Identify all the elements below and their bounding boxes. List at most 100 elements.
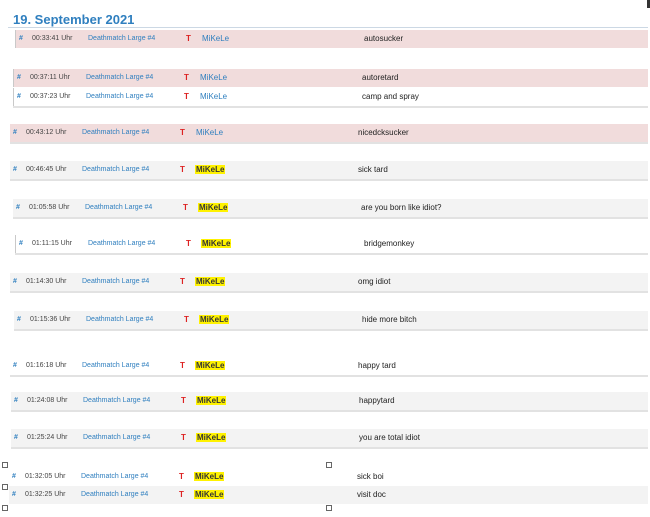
log-row: #01:15:36 Uhr Deathmatch Large #4 T MiKeLe h… (14, 311, 648, 329)
row-player-highlighted[interactable]: MiKeLe (194, 468, 225, 486)
player-name-highlight: MiKeLe (195, 165, 226, 174)
row-map-link[interactable]: Deathmatch Large #4 (86, 69, 153, 87)
row-map-link[interactable]: Deathmatch Large #4 (85, 199, 152, 217)
row-team-badge: T (183, 203, 188, 212)
row-timestamp: 01:24:08 Uhr (27, 397, 68, 404)
row-team-badge: T (184, 315, 189, 324)
row-team-badge: T (180, 128, 185, 137)
row-permalink-hash[interactable]: # (12, 486, 16, 504)
log-row: #00:37:11 Uhr Deathmatch Large #4 T MiKeLe a… (13, 69, 648, 87)
row-timestamp: 01:11:15 Uhr (32, 240, 72, 247)
row-timestamp: 00:33:41 Uhr (32, 35, 73, 42)
row-chat-message: autosucker (364, 34, 404, 43)
row-player-link[interactable]: MiKeLe (200, 69, 227, 87)
row-timestamp: 00:37:23 Uhr (30, 93, 71, 100)
row-timestamp: 01:32:05 Uhr (25, 473, 66, 480)
row-map-link[interactable]: Deathmatch Large #4 (82, 273, 149, 291)
player-name-highlight: MiKeLe (198, 203, 229, 212)
row-player-highlighted[interactable]: MiKeLe (196, 429, 227, 447)
row-map-link[interactable]: Deathmatch Large #4 (82, 124, 149, 142)
row-map-link[interactable]: Deathmatch Large #4 (83, 429, 150, 447)
row-chat-message: hide more bitch (362, 315, 417, 324)
player-name-highlight: MiKeLe (195, 277, 226, 286)
row-map-link[interactable]: Deathmatch Large #4 (86, 88, 153, 106)
row-map-link[interactable]: Deathmatch Large #4 (82, 161, 149, 179)
row-player-highlighted[interactable]: MiKeLe (195, 357, 226, 375)
selection-handle-middle-left[interactable] (2, 484, 8, 490)
row-player-highlighted[interactable]: MiKeLe (195, 273, 226, 291)
row-permalink-hash[interactable]: # (13, 357, 17, 375)
selection-handle-bottom-left[interactable] (2, 505, 8, 511)
row-player-highlighted[interactable]: MiKeLe (194, 486, 225, 504)
row-timestamp: 00:43:12 Uhr (26, 129, 67, 136)
row-map-link[interactable]: Deathmatch Large #4 (81, 468, 148, 486)
row-permalink-hash[interactable]: # (13, 161, 17, 179)
player-name-highlight: MiKeLe (195, 361, 226, 370)
row-permalink-hash[interactable]: # (14, 429, 18, 447)
log-row: #01:32:05 Uhr Deathmatch Large #4 T MiKeLe s… (9, 468, 648, 486)
row-player-link[interactable]: MiKeLe (200, 88, 227, 106)
row-timestamp: 01:14:30 Uhr (26, 278, 67, 285)
row-permalink-hash[interactable]: # (12, 468, 16, 486)
row-player-link[interactable]: MiKeLe (196, 124, 223, 142)
row-map-link[interactable]: Deathmatch Large #4 (82, 357, 149, 375)
row-player-highlighted[interactable]: MiKeLe (195, 161, 226, 179)
row-permalink-hash[interactable]: # (17, 311, 21, 329)
row-timestamp: 01:15:36 Uhr (30, 316, 71, 323)
row-chat-message: camp and spray (362, 92, 419, 101)
log-row: #01:11:15 Uhr Deathmatch Large #4 T MiKeLe b… (15, 235, 648, 253)
row-permalink-hash[interactable]: # (17, 88, 21, 106)
log-row: #00:46:45 Uhr Deathmatch Large #4 T MiKeLe s… (10, 161, 648, 179)
player-name-highlight: MiKeLe (196, 433, 227, 442)
row-team-badge: T (186, 34, 191, 43)
row-chat-message: sick boi (357, 472, 384, 481)
row-team-badge: T (180, 277, 185, 286)
player-name-highlight: MiKeLe (196, 396, 227, 405)
row-permalink-hash[interactable]: # (17, 69, 21, 87)
row-permalink-hash[interactable]: # (14, 392, 18, 410)
player-name-highlight: MiKeLe (199, 315, 230, 324)
row-team-badge: T (184, 73, 189, 82)
row-chat-message: sick tard (358, 165, 388, 174)
row-permalink-hash[interactable]: # (13, 124, 17, 142)
log-row: #01:24:08 Uhr Deathmatch Large #4 T MiKeLe h… (11, 392, 648, 410)
row-chat-message: happytard (359, 396, 395, 405)
row-timestamp: 01:05:58 Uhr (29, 204, 70, 211)
row-player-highlighted[interactable]: MiKeLe (199, 311, 230, 329)
row-map-link[interactable]: Deathmatch Large #4 (88, 235, 155, 253)
row-permalink-hash[interactable]: # (16, 199, 20, 217)
selection-handle-bottom-middle[interactable] (326, 505, 332, 511)
row-chat-message: autoretard (362, 73, 399, 82)
row-player-highlighted[interactable]: MiKeLe (196, 392, 227, 410)
log-row: #01:05:58 Uhr Deathmatch Large #4 T MiKeLe a… (13, 199, 648, 217)
heading-divider (8, 27, 648, 28)
row-timestamp: 00:46:45 Uhr (26, 166, 67, 173)
row-team-badge: T (179, 490, 184, 499)
row-timestamp: 01:16:18 Uhr (26, 362, 67, 369)
row-permalink-hash[interactable]: # (19, 235, 23, 253)
row-permalink-hash[interactable]: # (13, 273, 17, 291)
row-player-highlighted[interactable]: MiKeLe (201, 235, 232, 253)
row-team-badge: T (181, 433, 186, 442)
selection-handle-top-left[interactable] (2, 462, 8, 468)
log-row: #00:43:12 Uhr Deathmatch Large #4 T MiKeLe n… (10, 124, 648, 142)
row-chat-message: are you born like idiot? (361, 203, 442, 212)
row-chat-message: visit doc (357, 490, 386, 499)
row-map-link[interactable]: Deathmatch Large #4 (88, 30, 155, 48)
selection-handle-top-middle[interactable] (326, 462, 332, 468)
log-row: #00:33:41 Uhr Deathmatch Large #4 T MiKeLe a… (15, 30, 648, 48)
player-name-highlight: MiKeLe (194, 490, 225, 499)
player-name-highlight: MiKeLe (201, 239, 232, 248)
row-team-badge: T (186, 239, 191, 248)
row-player-highlighted[interactable]: MiKeLe (198, 199, 229, 217)
row-permalink-hash[interactable]: # (19, 30, 23, 48)
row-chat-message: bridgemonkey (364, 239, 415, 248)
row-chat-message: you are total idiot (359, 433, 420, 442)
row-map-link[interactable]: Deathmatch Large #4 (81, 486, 148, 504)
row-map-link[interactable]: Deathmatch Large #4 (83, 392, 150, 410)
row-player-link[interactable]: MiKeLe (202, 30, 229, 48)
row-timestamp: 00:37:11 Uhr (30, 74, 70, 81)
player-name-highlight: MiKeLe (194, 472, 225, 481)
row-map-link[interactable]: Deathmatch Large #4 (86, 311, 153, 329)
row-timestamp: 01:32:25 Uhr (25, 491, 66, 498)
